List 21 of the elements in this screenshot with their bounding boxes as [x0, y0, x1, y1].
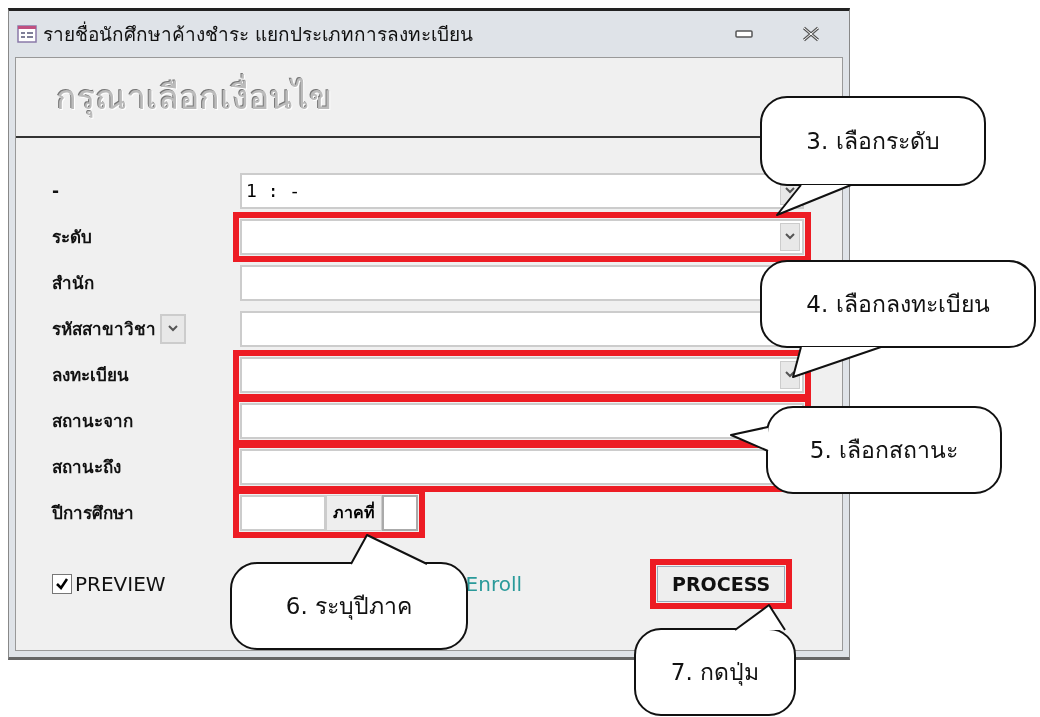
term-label: ภาคที่	[326, 494, 382, 531]
checkbox-label[interactable]: PREVIEW	[75, 572, 166, 596]
field-label: ปีการศึกษา	[52, 502, 134, 525]
field-label: สถานะถึง	[52, 456, 121, 479]
field-label: สำนัก	[52, 272, 94, 295]
dropdown-field[interactable]	[240, 218, 804, 255]
process-button[interactable]: PROCESS	[657, 566, 786, 602]
field-label: รหัสสาขาวิชา	[52, 318, 156, 341]
field-label: ระดับ	[52, 226, 92, 249]
close-icon[interactable]	[801, 25, 821, 43]
field-label: -	[52, 180, 60, 201]
minimize-icon[interactable]	[735, 29, 753, 39]
dropdown-button[interactable]	[160, 313, 186, 344]
year-field[interactable]	[240, 494, 326, 531]
field-label: ลงทะเบียน	[52, 364, 129, 387]
term-field[interactable]	[382, 494, 418, 531]
field-label: สถานะจาก	[52, 410, 133, 433]
form-icon	[17, 24, 37, 44]
checkbox[interactable]	[52, 574, 72, 594]
form-heading: กรุณาเลือกเงื่อนไข	[56, 70, 332, 124]
window-title: รายชื่อนักศึกษาค้างชำระ แยกประเภทการลงทะเบียน	[43, 20, 475, 47]
